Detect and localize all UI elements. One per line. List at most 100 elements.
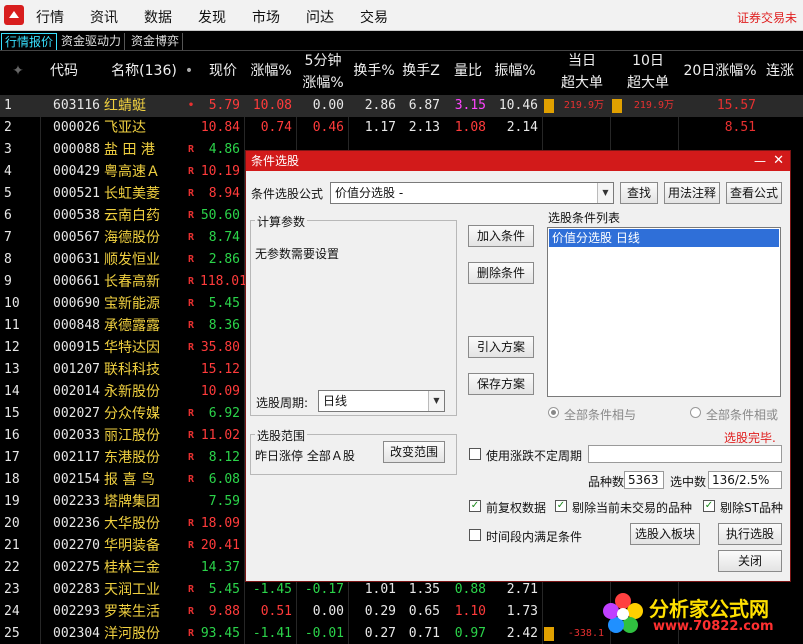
selected-count-value: 136/2.5% — [708, 471, 782, 489]
tab-capital-game[interactable]: 资金博弈 — [128, 33, 184, 50]
menu-item-market[interactable]: 市场 — [252, 7, 280, 27]
uncertain-period-input[interactable] — [588, 445, 782, 463]
row-change: 0.51 — [260, 604, 292, 619]
row-20day-change: 15.57 — [716, 98, 756, 113]
condition-list-item[interactable]: 价值分选股 日线 — [549, 229, 779, 247]
row-code: 002236 — [53, 516, 100, 531]
row-price: 2.86 — [208, 252, 240, 267]
menu-item-wenda[interactable]: 问达 — [306, 7, 334, 27]
row-code: 000538 — [53, 208, 100, 223]
row-turnover: 1.17 — [364, 120, 396, 135]
delete-condition-button[interactable]: 删除条件 — [468, 262, 534, 284]
row-mark — [188, 557, 200, 579]
chevron-down-icon[interactable]: ▼ — [428, 391, 444, 411]
header-bigorder-today-a[interactable]: 当日 — [552, 51, 612, 71]
row-mark: R — [188, 430, 195, 441]
import-scheme-button[interactable]: 引入方案 — [468, 336, 534, 358]
condition-stock-picker-dialog: 条件选股 — ✕ 条件选股公式 价值分选股 - ▼ 查找 用法注释 查看公式 计… — [245, 150, 791, 582]
row-index: 9 — [4, 274, 12, 289]
row-index: 2 — [4, 120, 12, 135]
header-price[interactable]: 现价 — [204, 61, 242, 81]
row-name: 顺发恒业 — [104, 252, 160, 268]
securities-trade-link[interactable]: 证券交易未 — [737, 9, 797, 26]
row-name: 罗莱生活 — [104, 604, 160, 620]
selected-count-label: 选中数 — [670, 475, 707, 489]
table-row[interactable]: 1 603116 红蜻蜓 • 5.79 10.08 0.00 2.86 6.87 3.15 10.4… — [0, 95, 803, 117]
run-selection-button[interactable]: 执行选股 — [718, 523, 782, 545]
checkbox-remove-untraded[interactable]: ✓ — [555, 500, 567, 512]
table-row[interactable]: 2 000026 飞亚达 10.84 0.74 0.46 1.17 2.13 1.08 2.14 8… — [0, 117, 803, 139]
radio-all-or-label: 全部条件相或 — [706, 408, 779, 422]
row-5min-change: 0.00 — [312, 98, 344, 113]
chevron-down-icon[interactable]: ▼ — [597, 183, 613, 203]
header-name[interactable]: 名称(136) — [104, 61, 184, 81]
menu-item-discover[interactable]: 发现 — [198, 7, 226, 27]
row-price: 20.41 — [200, 538, 240, 553]
row-code: 000690 — [53, 296, 100, 311]
minimize-icon[interactable]: — — [754, 151, 766, 171]
row-volume-ratio: 0.88 — [454, 582, 486, 597]
menu-item-trade[interactable]: 交易 — [360, 7, 388, 27]
row-code: 000088 — [53, 142, 100, 157]
row-price: 4.86 — [208, 142, 240, 157]
header-bigorder-10d-a[interactable]: 10日 — [618, 51, 678, 71]
row-code: 002283 — [53, 582, 100, 597]
header-consecutive-rise[interactable]: 连涨 — [760, 61, 800, 81]
row-change: -1.41 — [252, 626, 292, 641]
close-icon[interactable]: ✕ — [773, 151, 784, 171]
dialog-title-bar[interactable]: 条件选股 — [246, 151, 790, 171]
header-20day-change[interactable]: 20日涨幅% — [680, 61, 760, 81]
checkbox-time-period[interactable] — [469, 529, 481, 541]
row-name: 塔牌集团 — [104, 494, 160, 510]
header-change[interactable]: 涨幅% — [246, 61, 296, 81]
row-name: 飞亚达 — [104, 120, 146, 136]
app-logo-icon[interactable] — [4, 5, 24, 25]
row-name: 天润工业 — [104, 582, 160, 598]
save-scheme-button[interactable]: 保存方案 — [468, 373, 534, 395]
formula-select[interactable]: 价值分选股 - ▼ — [330, 182, 614, 204]
tab-capital-drive[interactable]: 资金驱动力 — [58, 33, 126, 50]
row-mark — [188, 359, 200, 381]
period-select[interactable]: 日线 ▼ — [318, 390, 445, 412]
row-turnover-z: 0.65 — [408, 604, 440, 619]
header-sort-icon[interactable]: ✦ — [4, 61, 32, 81]
header-bigorder-10d-b[interactable]: 超大单 — [618, 73, 678, 93]
usage-note-button[interactable]: 用法注释 — [664, 182, 720, 204]
add-condition-button[interactable]: 加入条件 — [468, 225, 534, 247]
header-code[interactable]: 代码 — [44, 61, 84, 81]
header-5min-b[interactable]: 涨幅% — [298, 73, 348, 93]
condition-list[interactable]: 价值分选股 日线 — [547, 227, 781, 397]
row-price: 5.79 — [208, 98, 240, 113]
row-price: 5.45 — [208, 582, 240, 597]
change-range-button[interactable]: 改变范围 — [383, 441, 445, 463]
menu-item-data[interactable]: 数据 — [144, 7, 172, 27]
header-volume-ratio[interactable]: 量比 — [448, 61, 488, 81]
header-amplitude[interactable]: 振幅% — [490, 61, 540, 81]
header-turnover[interactable]: 换手% — [350, 61, 398, 81]
find-button[interactable]: 查找 — [620, 182, 658, 204]
menu-item-news[interactable]: 资讯 — [90, 7, 118, 27]
checkbox-forward-adjusted[interactable]: ✓ — [469, 500, 481, 512]
menu-item-quotes[interactable]: 行情 — [36, 7, 64, 27]
radio-all-and[interactable] — [548, 407, 559, 418]
checkbox-uncertain-period[interactable] — [469, 448, 481, 460]
to-block-button[interactable]: 选股入板块 — [630, 523, 700, 545]
tab-quotes[interactable]: 行情报价 — [1, 33, 58, 50]
row-price: 8.12 — [208, 450, 240, 465]
row-volume-ratio: 3.15 — [454, 98, 486, 113]
close-button[interactable]: 关闭 — [718, 550, 782, 572]
view-formula-button[interactable]: 查看公式 — [726, 182, 782, 204]
header-5min-a[interactable]: 5分钟 — [298, 51, 348, 71]
radio-all-or[interactable] — [690, 407, 701, 418]
checkbox-remove-st[interactable]: ✓ — [703, 500, 715, 512]
row-mark: R — [188, 540, 195, 551]
row-mark: R — [188, 144, 195, 155]
row-price: 8.74 — [208, 230, 240, 245]
row-code: 603116 — [53, 98, 100, 113]
header-turnover-z[interactable]: 换手Z — [398, 61, 444, 81]
header-bigorder-today-b[interactable]: 超大单 — [552, 73, 612, 93]
row-name: 永新股份 — [104, 384, 160, 400]
radio-all-and-label: 全部条件相与 — [564, 408, 637, 422]
period-select-value: 日线 — [323, 394, 348, 408]
row-code: 002154 — [53, 472, 100, 487]
